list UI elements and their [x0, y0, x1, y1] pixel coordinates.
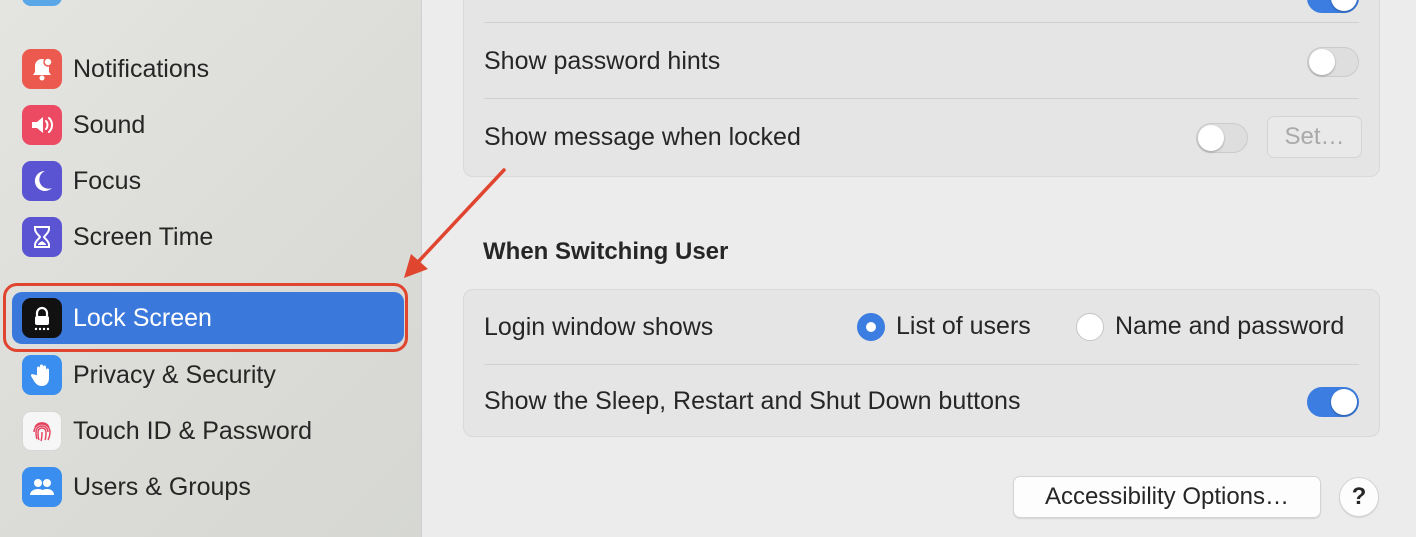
lock-screen-settings-card: Show password hints Show message when lo…	[463, 0, 1380, 177]
sidebar-item-label: Sound	[73, 110, 146, 139]
sidebar-item-label: Privacy & Security	[73, 360, 276, 389]
speaker-icon	[22, 105, 62, 145]
sleep-buttons-label: Show the Sleep, Restart and Shut Down bu…	[484, 386, 1021, 415]
sidebar-item-touch-id[interactable]: Touch ID & Password	[12, 405, 404, 457]
switching-user-card: Login window shows List of users Name an…	[463, 289, 1380, 437]
sidebar-item-label: Screen Time	[73, 222, 214, 251]
sidebar-item-label: Users & Groups	[73, 472, 251, 501]
hourglass-icon	[22, 217, 62, 257]
sidebar-item-focus[interactable]: Focus	[12, 155, 404, 207]
fingerprint-icon	[22, 411, 62, 451]
hand-icon	[22, 355, 62, 395]
main-content: Show password hints Show message when lo…	[423, 0, 1416, 537]
bell-icon	[22, 49, 62, 89]
sidebar-item-notifications[interactable]: Notifications	[12, 43, 404, 95]
show-message-locked-toggle[interactable]	[1196, 123, 1248, 153]
show-password-hints-toggle[interactable]	[1307, 47, 1359, 77]
radio-label: Name and password	[1115, 312, 1345, 340]
sidebar-item-label: Notifications	[73, 54, 210, 83]
radio-label: List of users	[896, 312, 1031, 340]
users-icon	[22, 467, 62, 507]
set-message-button[interactable]: Set…	[1267, 116, 1362, 158]
sidebar-item-label: Focus	[73, 166, 142, 195]
partial-sidebar-icon	[22, 0, 62, 6]
radio-list-of-users[interactable]: List of users	[857, 312, 1031, 341]
sidebar-item-users-groups[interactable]: Users & Groups	[12, 461, 404, 513]
partial-toggle[interactable]	[1307, 0, 1359, 13]
sleep-buttons-row: Show the Sleep, Restart and Shut Down bu…	[484, 364, 1359, 438]
section-title: When Switching User	[483, 238, 729, 265]
accessibility-options-button[interactable]: Accessibility Options…	[1013, 476, 1321, 518]
sidebar-item-label: Touch ID & Password	[73, 416, 312, 445]
show-message-locked-label: Show message when locked	[484, 122, 801, 151]
radio-button[interactable]	[857, 312, 885, 341]
sidebar-item-sound[interactable]: Sound	[12, 99, 404, 151]
sidebar: Notifications Sound Focus Screen Time Lo…	[0, 0, 422, 537]
sidebar-item-screen-time[interactable]: Screen Time	[12, 211, 404, 263]
radio-name-and-password[interactable]: Name and password	[1076, 312, 1344, 341]
sidebar-item-privacy-security[interactable]: Privacy & Security	[12, 349, 404, 401]
show-password-hints-row: Show password hints	[484, 24, 1359, 98]
help-button[interactable]: ?	[1339, 477, 1379, 517]
login-window-label: Login window shows	[484, 312, 714, 341]
show-password-hints-label: Show password hints	[484, 46, 721, 75]
highlight-annotation	[3, 283, 408, 352]
sleep-buttons-toggle[interactable]	[1307, 387, 1359, 417]
moon-icon	[22, 161, 62, 201]
radio-button[interactable]	[1076, 312, 1104, 341]
